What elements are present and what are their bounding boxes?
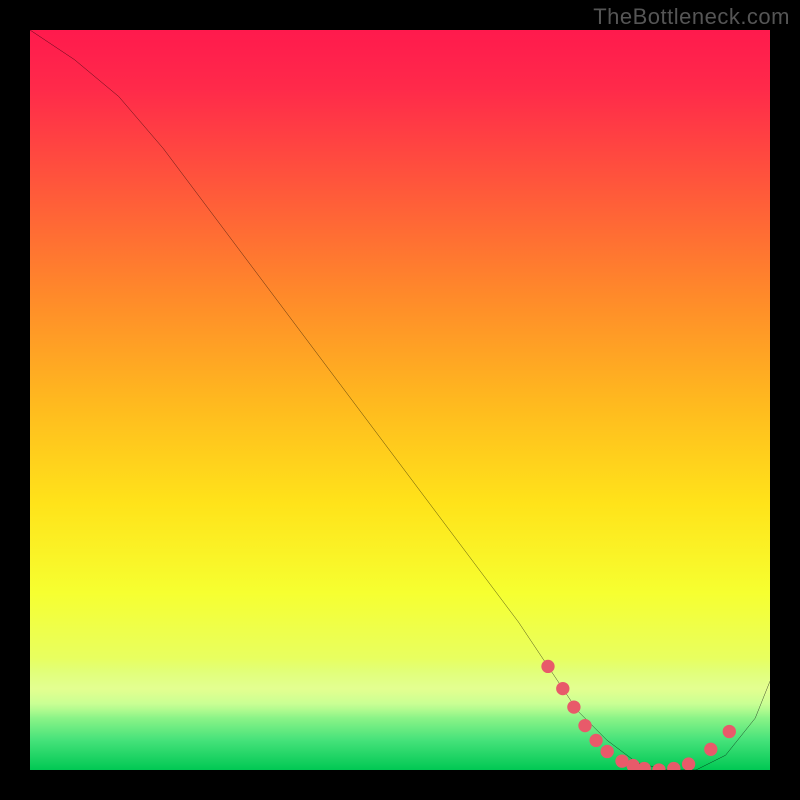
- curve-marker: [723, 725, 736, 738]
- watermark-text: TheBottleneck.com: [593, 4, 790, 30]
- curve-marker: [541, 660, 554, 673]
- curve-layer: [30, 30, 770, 770]
- bottleneck-curve-path: [30, 30, 770, 770]
- chart-stage: TheBottleneck.com: [0, 0, 800, 800]
- curve-marker: [704, 743, 717, 756]
- curve-marker: [652, 763, 665, 770]
- plot-area: [30, 30, 770, 770]
- curve-marker: [638, 762, 651, 770]
- curve-marker: [589, 734, 602, 747]
- curve-marker: [667, 762, 680, 770]
- curve-marker: [601, 745, 614, 758]
- curve-markers: [541, 660, 736, 770]
- curve-marker: [682, 757, 695, 770]
- curve-marker: [578, 719, 591, 732]
- curve-marker: [556, 682, 569, 695]
- curve-marker: [567, 700, 580, 713]
